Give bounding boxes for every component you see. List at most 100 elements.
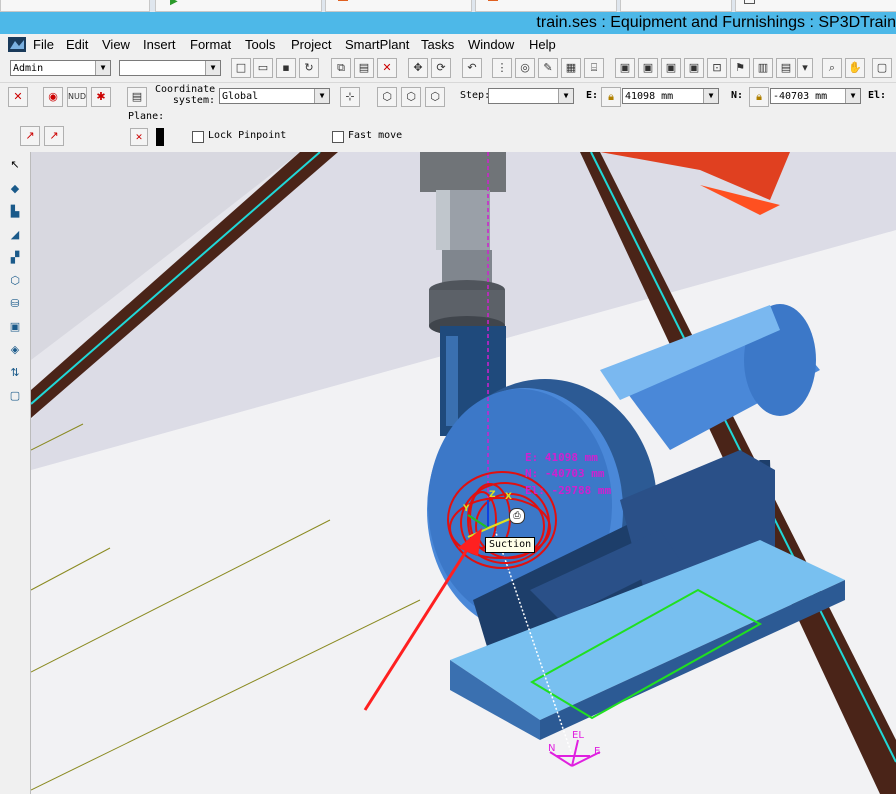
view-front-icon[interactable]: ▣ (661, 58, 681, 78)
nudge-icon[interactable]: NUD (67, 87, 87, 107)
title-bar: train.ses : Equipment and Furnishings : … (0, 12, 896, 34)
step-combo[interactable]: ▼ (488, 88, 574, 104)
target-icon[interactable]: ◉ (43, 87, 63, 107)
place-equipment-icon[interactable]: ◆ (6, 180, 24, 198)
chevron-down-icon[interactable]: ▼ (95, 61, 110, 75)
menu-tasks[interactable]: Tasks (421, 37, 454, 52)
lock-pinpoint-checkbox[interactable] (192, 131, 204, 143)
lock-icon[interactable]: 🔒︎ (601, 87, 621, 107)
place-port-icon[interactable]: ⇅ (6, 364, 24, 382)
menu-file[interactable]: File (33, 37, 54, 52)
axis-z-label: Z (489, 490, 496, 500)
view-top-icon[interactable]: ▣ (638, 58, 658, 78)
view-side-icon[interactable]: ▣ (684, 58, 704, 78)
orient-y-icon[interactable]: ⬡ (401, 87, 421, 107)
printer-icon: ⎙ (509, 508, 525, 524)
orient-z-icon[interactable]: ⬡ (425, 87, 445, 107)
filter-combo[interactable]: ▼ (119, 60, 221, 76)
compass-n-label: N (548, 743, 556, 754)
chevron-down-icon[interactable]: ▼ (314, 89, 329, 103)
permission-group-combo[interactable]: Admin ▼ (10, 60, 111, 76)
place-component-icon[interactable]: ⬡ (6, 272, 24, 290)
graphic-view[interactable]: E: 41098 mm N: -40703 mm El: -29788 mm Y… (31, 152, 896, 794)
chevron-down-icon[interactable]: ▼ (205, 61, 220, 75)
render-icon[interactable]: ▤ (776, 58, 796, 78)
app-icon[interactable] (8, 37, 26, 52)
delete-icon[interactable]: ✕ (377, 58, 397, 78)
fast-move-checkbox[interactable] (332, 131, 344, 143)
taskbar-button[interactable] (475, 0, 617, 12)
lock-icon[interactable]: 🔒︎ (749, 87, 769, 107)
taskbar-button[interactable] (0, 0, 150, 12)
measure-icon[interactable]: ⋮ (492, 58, 512, 78)
place-block-icon[interactable]: ▢ (6, 387, 24, 405)
menu-bar: File Edit View Insert Format Tools Proje… (0, 34, 896, 56)
rotate-icon[interactable]: ⟳ (431, 58, 451, 78)
window-icon (744, 0, 755, 4)
chevron-down-icon[interactable]: ▾ (797, 58, 813, 78)
new-icon[interactable]: □ (231, 58, 251, 78)
paste-icon[interactable]: ▤ (354, 58, 374, 78)
properties-icon[interactable]: ▤ (127, 87, 147, 107)
close-view-icon[interactable]: ▢ (872, 58, 892, 78)
model-scene[interactable] (31, 152, 896, 794)
pinpoint-ribbon: Plane: ↗ ↗ ✕ Lock Pinpoint Fast move (0, 110, 896, 152)
fast-move-label: Fast move (348, 130, 403, 141)
zoom-area-icon[interactable]: ⊡ (707, 58, 727, 78)
copy-icon[interactable]: ⧉ (331, 58, 351, 78)
pencil-icon[interactable]: ✎ (538, 58, 558, 78)
menu-help[interactable]: Help (529, 37, 556, 52)
menu-window[interactable]: Window (468, 37, 514, 52)
ruler-icon[interactable]: ⌸ (584, 58, 604, 78)
report-icon[interactable]: ▦ (561, 58, 581, 78)
open-icon[interactable]: ▭ (253, 58, 273, 78)
chevron-down-icon[interactable]: ▼ (703, 89, 718, 103)
pinpoint-readout-el: El: -29788 mm (525, 484, 612, 497)
cancel-icon[interactable]: ✕ (8, 87, 28, 107)
menu-insert[interactable]: Insert (143, 37, 176, 52)
save-icon[interactable]: ▪ (276, 58, 296, 78)
undo-icon[interactable]: ↶ (462, 58, 482, 78)
select-arrow-icon[interactable]: ↗ (20, 126, 40, 146)
taskbar-button[interactable] (735, 0, 896, 12)
pick-coordinate-system-icon[interactable]: ⊹ (340, 87, 360, 107)
coordinate-system-combo[interactable]: Global ▼ (219, 88, 330, 104)
taskbar-button[interactable]: ▶ (155, 0, 322, 12)
select-icon[interactable]: ↖ (6, 156, 24, 174)
orient-x-icon[interactable]: ⬡ (377, 87, 397, 107)
axis-y-label: Y (463, 504, 470, 514)
menu-project[interactable]: Project (291, 37, 331, 52)
search-icon[interactable]: ⌕ (822, 58, 842, 78)
taskbar-button[interactable] (325, 0, 472, 12)
check-icon[interactable]: ◎ (515, 58, 535, 78)
e-coordinate-combo[interactable]: 41098 mm ▼ (622, 88, 719, 104)
place-foundation-icon[interactable]: ⛁ (6, 295, 24, 313)
pinpoint-icon[interactable]: ↗ (44, 126, 64, 146)
snap-icon[interactable]: ✱ (91, 87, 111, 107)
place-handrail-icon[interactable]: ▣ (6, 318, 24, 336)
window-title: train.ses : Equipment and Furnishings : … (536, 14, 896, 31)
place-design-equipment-icon[interactable]: ▙ (6, 203, 24, 221)
plane-color-swatch[interactable] (156, 128, 164, 146)
menu-view[interactable]: View (102, 37, 130, 52)
place-shape-icon[interactable]: ◢ (6, 226, 24, 244)
clip-icon[interactable]: ▥ (753, 58, 773, 78)
taskbar-button[interactable] (620, 0, 732, 12)
permission-group-value: Admin (13, 63, 44, 74)
chevron-down-icon[interactable]: ▼ (845, 89, 860, 103)
pan-icon[interactable]: ✋ (845, 58, 865, 78)
place-nozzle-icon[interactable]: ▞ (6, 249, 24, 267)
menu-tools[interactable]: Tools (245, 37, 275, 52)
menu-smartplant[interactable]: SmartPlant (345, 37, 409, 52)
menu-edit[interactable]: Edit (66, 37, 88, 52)
menu-format[interactable]: Format (190, 37, 231, 52)
plane-icon[interactable]: ✕ (130, 128, 148, 146)
chevron-down-icon[interactable]: ▼ (558, 89, 573, 103)
main-toolbar: Admin ▼ ▼ □ ▭ ▪ ↻ ⧉ ▤ ✕ ✥ ⟳ ↶ ⋮ ◎ ✎ ▦ ⌸ … (0, 56, 896, 82)
move-icon[interactable]: ✥ (408, 58, 428, 78)
view-iso-icon[interactable]: ▣ (615, 58, 635, 78)
n-coordinate-combo[interactable]: -40703 mm ▼ (770, 88, 861, 104)
named-view-icon[interactable]: ⚑ (730, 58, 750, 78)
refresh-icon[interactable]: ↻ (299, 58, 319, 78)
place-duct-icon[interactable]: ◈ (6, 341, 24, 359)
